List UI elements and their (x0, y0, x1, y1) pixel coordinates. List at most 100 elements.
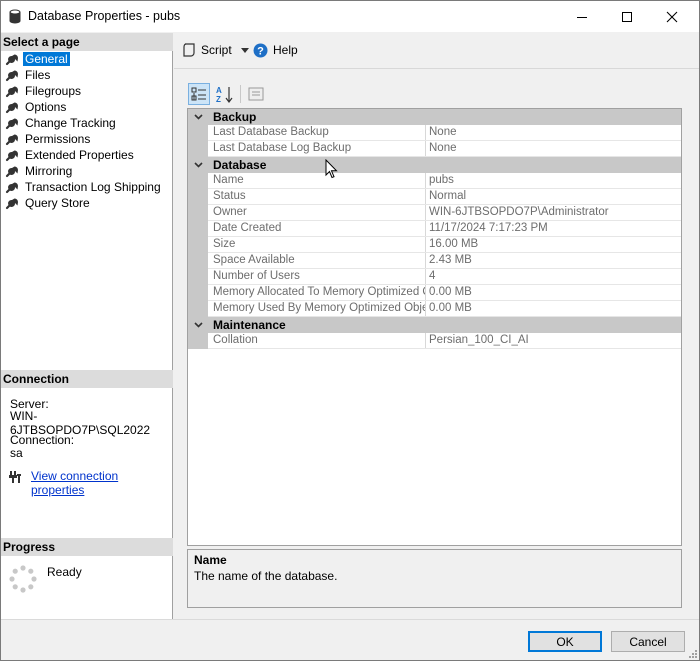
category-maintenance[interactable]: Maintenance (188, 317, 681, 333)
property-value: WIN-6JTBSOPDO7P\Administrator (429, 206, 609, 218)
property-value: Normal (429, 190, 467, 202)
property-name: Size (208, 237, 426, 252)
property-row[interactable]: Memory Allocated To Memory Optimized Obj… (208, 285, 681, 301)
help-button[interactable]: ? Help (253, 41, 298, 59)
property-row[interactable]: Last Database Backup None (208, 125, 681, 141)
help-label: Help (273, 43, 298, 57)
page-item-mirroring[interactable]: Mirroring (5, 163, 74, 179)
view-connection-properties-link[interactable]: View connection properties (31, 469, 172, 497)
category-name: Maintenance (213, 318, 286, 332)
property-pages-icon (248, 87, 264, 101)
toolbar-separator (240, 85, 241, 103)
property-grid-toolbar: A Z (188, 83, 267, 105)
wrench-icon (5, 100, 19, 114)
page-item-permissions[interactable]: Permissions (5, 131, 92, 147)
page-item-label: General (23, 52, 70, 66)
property-value: pubs (429, 174, 454, 186)
close-icon (666, 11, 678, 22)
page-item-options[interactable]: Options (5, 99, 68, 115)
svg-text:?: ? (257, 45, 264, 57)
wrench-icon (5, 180, 19, 194)
resize-grip-icon[interactable] (687, 648, 697, 658)
property-value: 0.00 MB (429, 302, 472, 314)
chevron-down-icon[interactable] (240, 47, 249, 53)
property-row[interactable]: Name pubs (208, 173, 681, 189)
progress-status: Ready (47, 565, 82, 579)
minimize-icon (577, 16, 587, 18)
wrench-icon (5, 196, 19, 210)
wrench-icon (5, 116, 19, 130)
property-value: 11/17/2024 7:17:23 PM (429, 222, 548, 234)
page-item-label: Filegroups (25, 84, 82, 98)
property-name: Collation (208, 333, 426, 348)
svg-text:Z: Z (216, 95, 221, 103)
database-icon (9, 9, 21, 24)
page-item-label: Options (25, 100, 67, 114)
description-title: Name (194, 553, 227, 567)
property-row[interactable]: Collation Persian_100_CI_AI (208, 333, 681, 349)
close-button[interactable] (649, 1, 695, 32)
connection-label: Connection: (10, 433, 75, 447)
property-row[interactable]: Size 16.00 MB (208, 237, 681, 253)
svg-text:A: A (216, 86, 222, 95)
page-item-general[interactable]: General (5, 51, 70, 67)
category-backup[interactable]: Backup (188, 109, 681, 125)
property-row[interactable]: Status Normal (208, 189, 681, 205)
help-icon: ? (253, 43, 268, 57)
page-item-change-tracking[interactable]: Change Tracking (5, 115, 118, 131)
page-item-files[interactable]: Files (5, 67, 52, 83)
page-item-extended-properties[interactable]: Extended Properties (5, 147, 136, 163)
toolbar: Script ? Help (174, 33, 699, 69)
page-item-label: Mirroring (25, 164, 73, 178)
page-item-label: Extended Properties (25, 148, 134, 162)
cancel-button[interactable]: Cancel (611, 631, 685, 652)
property-pages-button[interactable] (245, 83, 267, 105)
progress-header: Progress (1, 538, 173, 556)
property-value: Persian_100_CI_AI (429, 334, 529, 346)
connection-properties-icon (9, 471, 21, 483)
property-name: Memory Allocated To Memory Optimized Obj… (208, 285, 426, 300)
property-name: Date Created (208, 221, 426, 236)
script-label: Script (201, 43, 232, 57)
property-name: Last Database Log Backup (208, 141, 426, 156)
page-item-label: Change Tracking (25, 116, 116, 130)
script-button[interactable]: Script (182, 41, 249, 59)
left-pane: Select a page General Files Filegroups Opti… (1, 33, 173, 619)
property-row[interactable]: Last Database Log Backup None (208, 141, 681, 157)
alphabetical-button[interactable]: A Z (214, 83, 236, 105)
category-name: Database (213, 158, 267, 172)
page-item-query-store[interactable]: Query Store (5, 195, 92, 211)
property-grid: Backup Last Database Backup None Last Datab… (187, 108, 682, 546)
right-pane: Script ? Help A Z Backup Last Database B… (174, 33, 699, 619)
categorized-button[interactable] (188, 83, 210, 105)
property-name: Memory Used By Memory Optimized Objects (208, 301, 426, 316)
chevron-down-icon[interactable] (188, 109, 208, 125)
property-name: Last Database Backup (208, 125, 426, 140)
property-value: None (429, 142, 457, 154)
dialog-button-bar: OK Cancel (1, 619, 699, 660)
page-item-transaction-log-shipping[interactable]: Transaction Log Shipping (5, 179, 163, 195)
property-value: None (429, 126, 457, 138)
property-row[interactable]: Date Created 11/17/2024 7:17:23 PM (208, 221, 681, 237)
ok-button[interactable]: OK (528, 631, 602, 652)
maximize-button[interactable] (604, 1, 650, 32)
property-name: Space Available (208, 253, 426, 268)
property-name: Name (208, 173, 426, 188)
page-item-label: Permissions (25, 132, 91, 146)
page-item-filegroups[interactable]: Filegroups (5, 83, 83, 99)
category-name: Backup (213, 110, 257, 124)
chevron-down-icon[interactable] (188, 157, 208, 173)
property-row[interactable]: Owner WIN-6JTBSOPDO7P\Administrator (208, 205, 681, 221)
category-database[interactable]: Database (188, 157, 681, 173)
categorized-icon (191, 87, 206, 101)
minimize-button[interactable] (559, 1, 605, 32)
chevron-down-icon[interactable] (188, 317, 208, 333)
progress-spinner-icon (9, 565, 37, 593)
property-value: 16.00 MB (429, 238, 479, 250)
window-title: Database Properties - pubs (28, 9, 181, 23)
property-name: Number of Users (208, 269, 426, 284)
property-row[interactable]: Memory Used By Memory Optimized Objects 0… (208, 301, 681, 317)
property-row[interactable]: Space Available 2.43 MB (208, 253, 681, 269)
property-row[interactable]: Number of Users 4 (208, 269, 681, 285)
property-value: 4 (429, 270, 436, 282)
